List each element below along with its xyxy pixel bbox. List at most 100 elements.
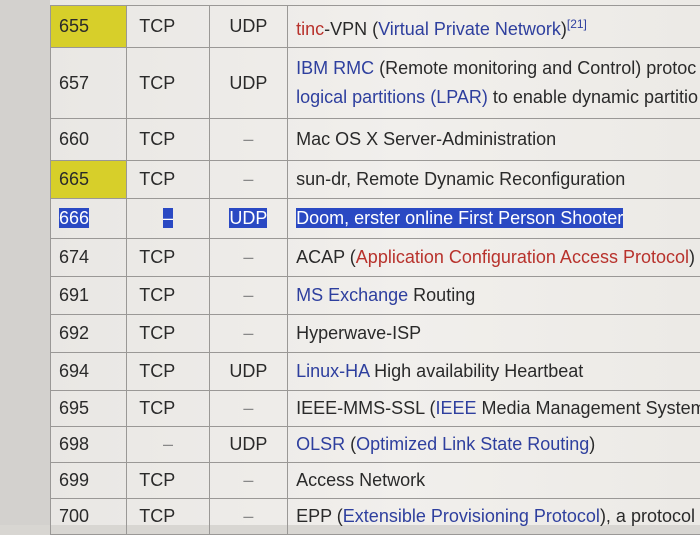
description-text: ) — [589, 434, 595, 454]
port-cell-text: 665 — [59, 169, 89, 189]
description-text: EPP ( — [296, 506, 343, 526]
port-cell: 700 — [51, 499, 127, 535]
tcp-cell: TCP — [127, 391, 209, 427]
description-cell: Hyperwave-ISP — [288, 315, 700, 353]
wiki-link[interactable]: Application Configuration Access Protoco… — [356, 247, 689, 267]
udp-cell: – — [209, 239, 287, 277]
udp-cell-text: – — [243, 169, 253, 189]
port-cell: 695 — [51, 391, 127, 427]
description-text: ( — [345, 434, 356, 454]
port-cell: 674 — [51, 239, 127, 277]
description-text: to enable dynamic partitio — [488, 87, 698, 107]
port-cell-text: 674 — [59, 247, 89, 267]
port-cell: 665 — [51, 161, 127, 199]
tcp-cell-text: TCP — [139, 129, 175, 149]
wiki-link[interactable]: Virtual Private Network — [378, 19, 561, 39]
udp-cell-text: – — [243, 247, 253, 267]
wiki-link[interactable]: IEEE — [435, 398, 476, 418]
udp-cell: – — [209, 315, 287, 353]
wiki-link[interactable]: Linux-HA — [296, 361, 369, 381]
udp-cell-text: – — [243, 323, 253, 343]
udp-cell: – — [209, 391, 287, 427]
wiki-link[interactable]: tinc — [296, 19, 324, 39]
table-row: 694TCPUDPLinux-HA High availability Hear… — [51, 353, 700, 391]
tcp-cell: TCP — [127, 48, 209, 119]
tcp-cell-text: TCP — [139, 323, 175, 343]
tcp-cell-text: – — [163, 434, 173, 454]
wiki-link[interactable]: IBM RMC — [296, 58, 374, 78]
tcp-cell: TCP — [127, 353, 209, 391]
udp-cell-text: – — [243, 398, 253, 418]
description-text: IEEE-MMS-SSL ( — [296, 398, 435, 418]
table-row: 698–UDPOLSR (Optimized Link State Routin… — [51, 427, 700, 463]
tcp-cell: TCP — [127, 239, 209, 277]
tcp-cell: TCP — [127, 315, 209, 353]
description-text: High availability Heartbeat — [369, 361, 583, 381]
port-cell: 692 — [51, 315, 127, 353]
description-line: OLSR (Optimized Link State Routing) — [296, 430, 700, 459]
udp-cell: UDP — [209, 48, 287, 119]
port-table: 655TCPUDPtinc-VPN (Virtual Private Netwo… — [50, 5, 700, 535]
description-line: MS Exchange Routing — [296, 281, 700, 310]
port-cell-text: 695 — [59, 398, 89, 418]
table-row: 699TCP–Access Network — [51, 463, 700, 499]
description-text: Media Management System o — [477, 398, 700, 418]
port-cell-text: 699 — [59, 470, 89, 490]
port-cell-text: 691 — [59, 285, 89, 305]
port-cell-text: 692 — [59, 323, 89, 343]
description-line: Mac OS X Server-Administration — [296, 125, 700, 154]
udp-cell: – — [209, 119, 287, 161]
description-cell: EPP (Extensible Provisioning Protocol), … — [288, 499, 700, 535]
wiki-link[interactable]: (LPAR) — [430, 87, 488, 107]
wiki-link[interactable]: logical partitions — [296, 87, 425, 107]
udp-cell-text: UDP — [229, 434, 267, 454]
table-row: 700TCP–EPP (Extensible Provisioning Prot… — [51, 499, 700, 535]
description-cell: Doom, erster online First Person Shooter — [288, 199, 700, 239]
port-cell-text: 700 — [59, 506, 89, 526]
description-text: Mac OS X Server-Administration — [296, 129, 556, 149]
tcp-cell-text: – — [163, 208, 173, 228]
tcp-cell-text: TCP — [139, 285, 175, 305]
description-line: sun-dr, Remote Dynamic Reconfiguration — [296, 165, 700, 194]
udp-cell-text: UDP — [229, 73, 267, 93]
udp-cell: UDP — [209, 427, 287, 463]
wiki-link[interactable]: MS Exchange — [296, 285, 408, 305]
description-cell: MS Exchange Routing — [288, 277, 700, 315]
description-line: Doom, erster online First Person Shooter — [296, 204, 700, 233]
description-text: Routing — [408, 285, 475, 305]
tcp-cell-text: TCP — [139, 16, 175, 36]
port-cell: 666 — [51, 199, 127, 239]
wiki-link[interactable]: [21] — [567, 17, 587, 31]
wiki-link[interactable]: Extensible Provisioning Protocol — [343, 506, 600, 526]
udp-cell-text: – — [243, 129, 253, 149]
udp-cell-text: – — [243, 506, 253, 526]
description-line: logical partitions (LPAR) to enable dyna… — [296, 83, 700, 112]
description-text: -VPN ( — [324, 19, 378, 39]
port-cell: 694 — [51, 353, 127, 391]
udp-cell: UDP — [209, 199, 287, 239]
table-row: 665TCP–sun-dr, Remote Dynamic Reconfigur… — [51, 161, 700, 199]
port-cell-text: 657 — [59, 73, 89, 93]
description-cell: Linux-HA High availability Heartbeat — [288, 353, 700, 391]
port-cell: 699 — [51, 463, 127, 499]
description-line: IBM RMC (Remote monitoring and Control) … — [296, 54, 700, 83]
port-cell: 691 — [51, 277, 127, 315]
tcp-cell: TCP — [127, 6, 209, 48]
wiki-link[interactable]: Optimized Link State Routing — [356, 434, 589, 454]
udp-cell: – — [209, 161, 287, 199]
tcp-cell-text: TCP — [139, 361, 175, 381]
table-row: 657 TCP UDP IBM RMC (Remote monitoring and … — [51, 48, 700, 119]
description-text: ), a protocol for — [600, 506, 700, 526]
wiki-link[interactable]: OLSR — [296, 434, 345, 454]
table-row: 674 TCP – ACAP (Application Configuration A… — [51, 239, 700, 277]
description-text: (Remote monitoring and Control) protoc — [374, 58, 696, 78]
description-line: tinc-VPN (Virtual Private Network)[21] — [296, 10, 700, 44]
description-line: Access Network — [296, 466, 700, 495]
description-cell: tinc-VPN (Virtual Private Network)[21] — [288, 6, 700, 48]
table-row: 692 TCP – Hyperwave-ISP — [51, 315, 700, 353]
description-text: Access Network — [296, 470, 425, 490]
description-cell: ACAP (Application Configuration Access P… — [288, 239, 700, 277]
port-cell-text: 655 — [59, 16, 89, 36]
description-cell: Mac OS X Server-Administration — [288, 119, 700, 161]
description-cell: Access Network — [288, 463, 700, 499]
